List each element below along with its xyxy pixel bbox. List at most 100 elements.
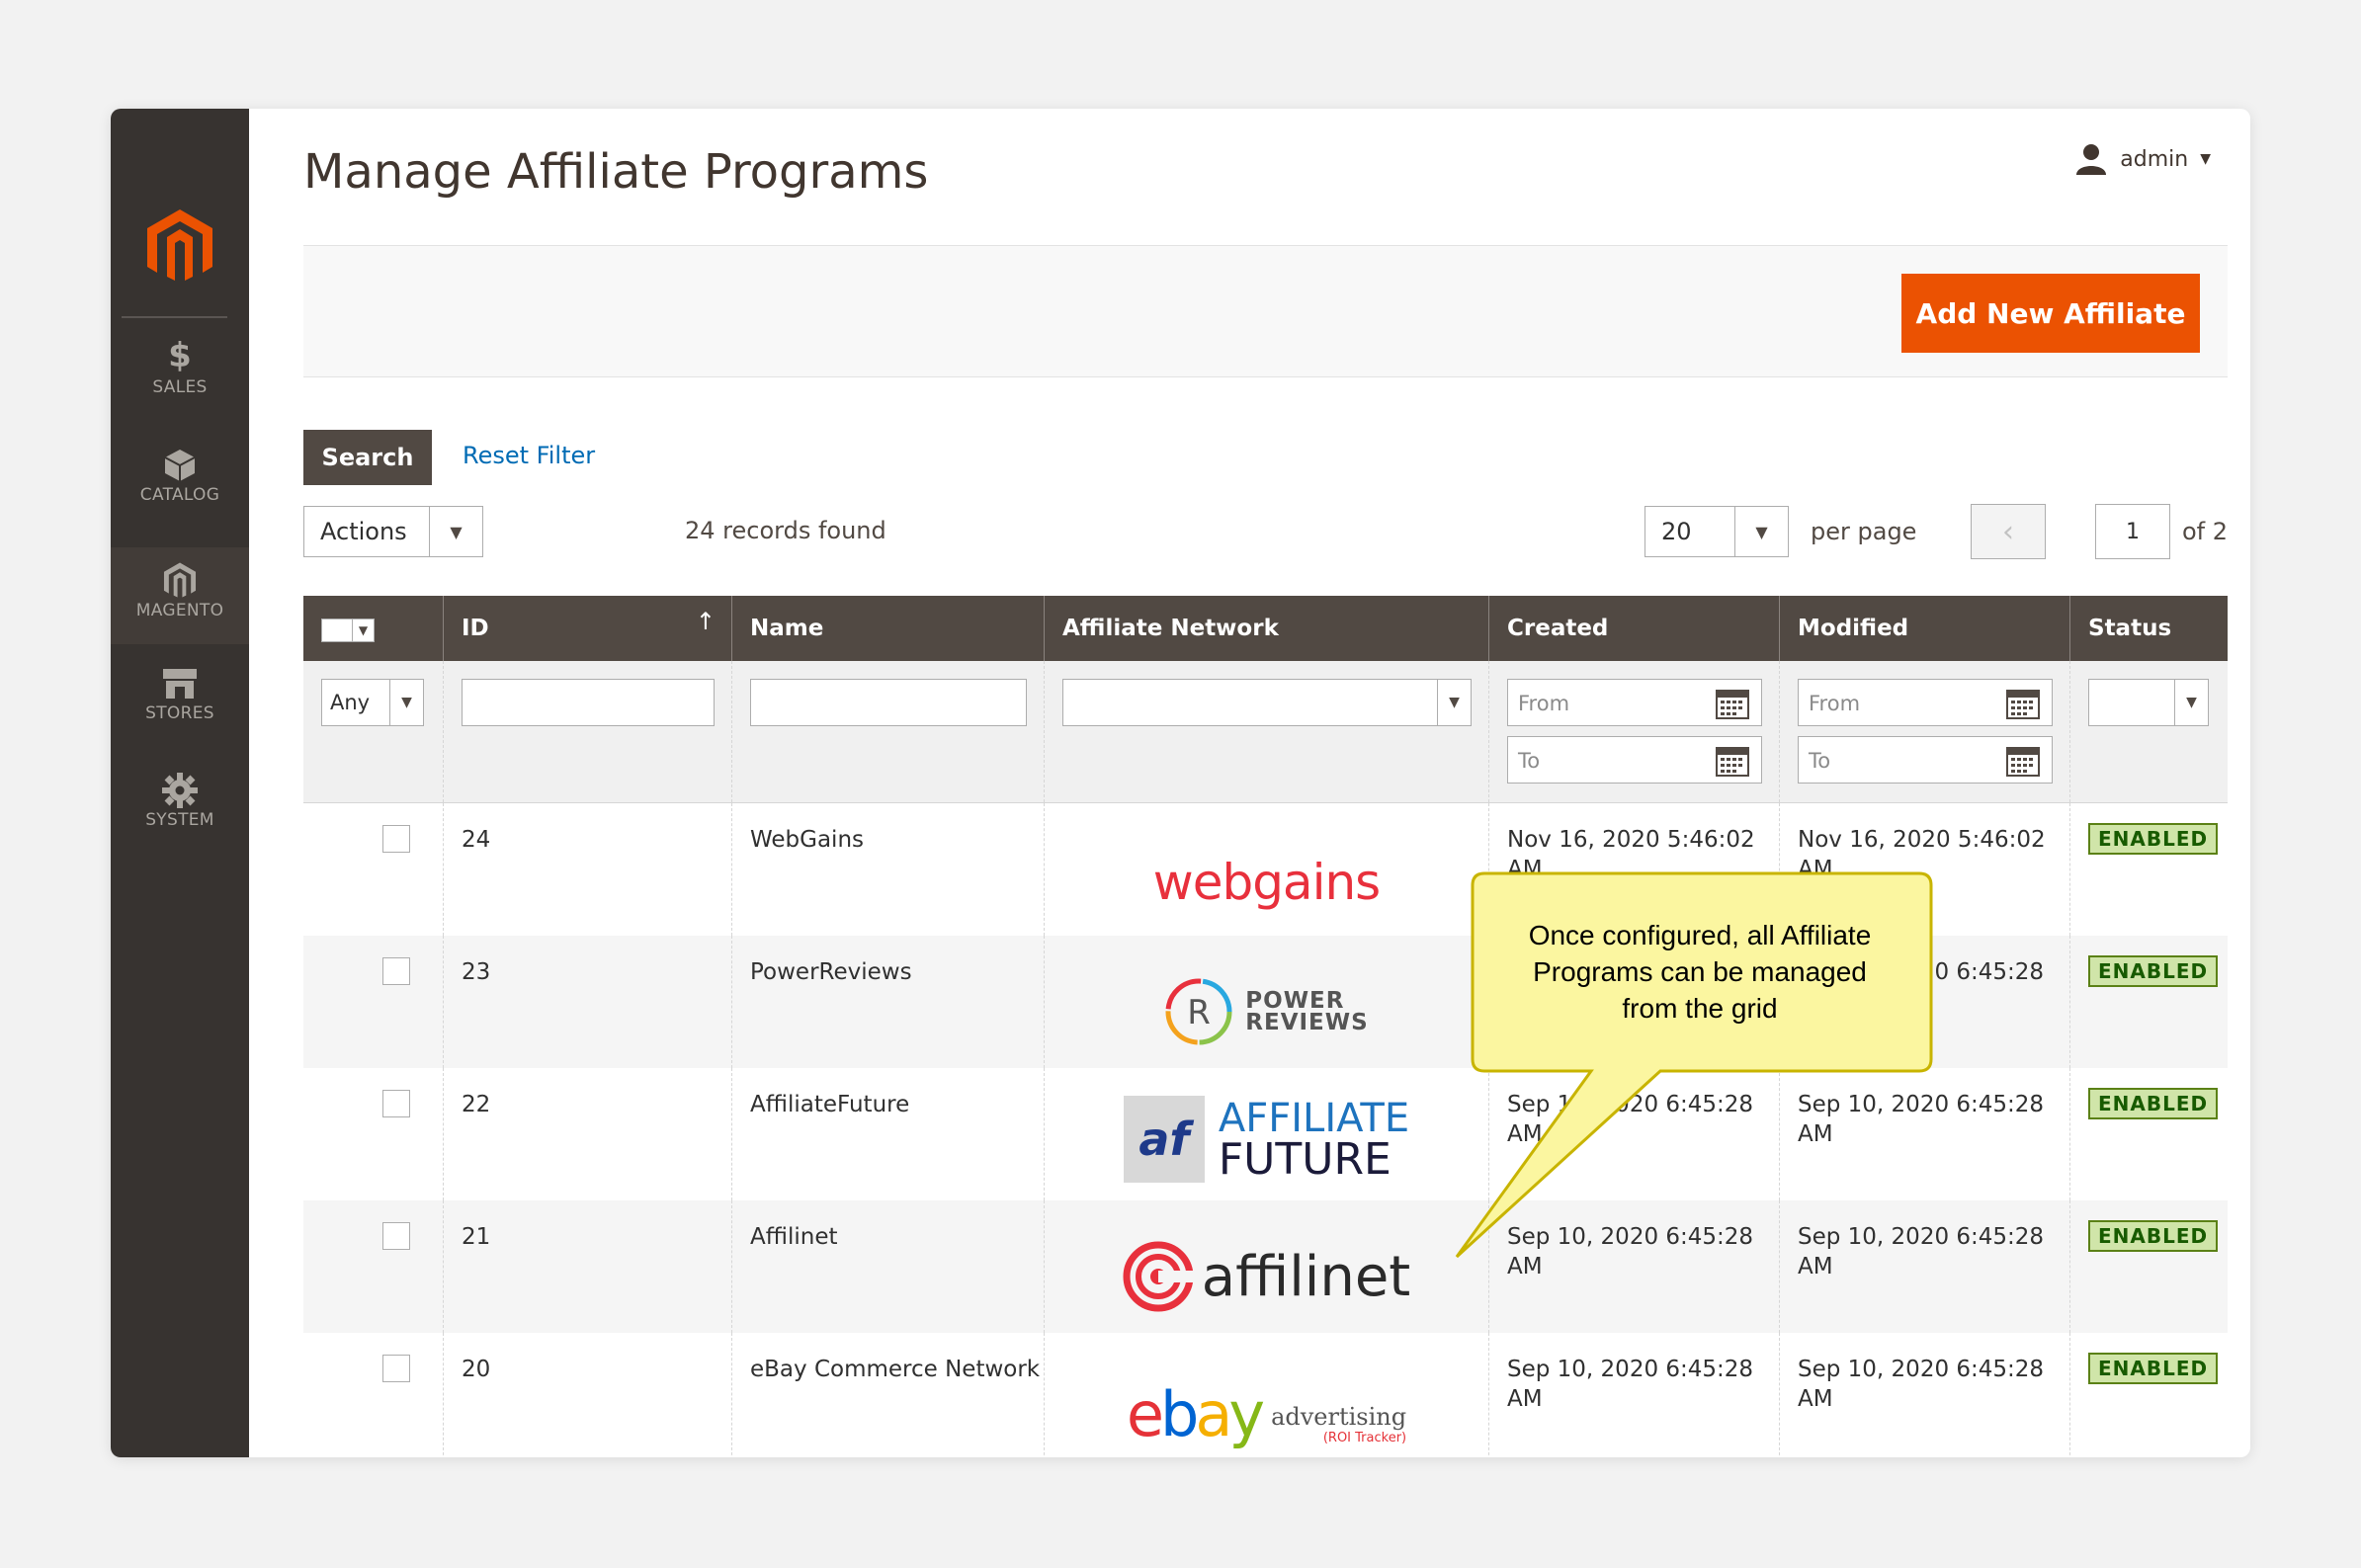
row-checkbox[interactable] (382, 1090, 410, 1117)
status-badge: ENABLED (2088, 1220, 2219, 1252)
dollar-icon: $ (168, 336, 192, 375)
webgains-logo: webgains (1152, 854, 1381, 911)
per-page-select[interactable]: 20 ▼ (1644, 506, 1789, 557)
chevron-down-icon: ▼ (2200, 151, 2211, 167)
chevron-down-icon: ▼ (2174, 680, 2208, 725)
user-icon (2076, 144, 2107, 175)
table-row[interactable]: 22 AffiliateFuture af AFFILIATE FUTURE S… (303, 1068, 2228, 1200)
page-total: of 2 (2182, 518, 2229, 545)
modified-to-input[interactable]: To (1798, 736, 2053, 784)
row-checkbox[interactable] (382, 1222, 410, 1250)
column-header-name[interactable]: Name (732, 596, 1045, 661)
row-modified: Sep 10, 2020 6:45:28 AM (1798, 1357, 2045, 1412)
status-badge: ENABLED (2088, 955, 2219, 987)
sidebar: $ SALES CATALOG MAGENTO STORES SYSTEM (111, 109, 249, 1457)
affiliate-grid: ▼ ID ↑ Name Affiliate Network Created Mod… (303, 596, 2228, 1457)
select-any-filter[interactable]: Any ▼ (321, 679, 424, 726)
network-filter-select[interactable]: ▼ (1062, 679, 1472, 726)
user-menu[interactable]: admin ▼ (2074, 143, 2211, 175)
mass-select-checkbox[interactable]: ▼ (321, 619, 375, 642)
sidebar-item-label: MAGENTO (135, 601, 224, 620)
name-filter-input[interactable] (750, 679, 1027, 726)
created-from-input[interactable]: From (1507, 679, 1762, 726)
row-modified: Nov 16, 2020 5:46:02 AM (1798, 827, 2046, 882)
row-id: 20 (462, 1357, 491, 1382)
cube-icon (111, 442, 249, 485)
row-name: Affilinet (750, 1224, 838, 1250)
page-actions-bar: Add New Affiliate (303, 245, 2228, 377)
calendar-icon[interactable] (1716, 688, 1749, 724)
svg-text:R: R (1187, 993, 1211, 1032)
chevron-down-icon: ▼ (389, 680, 423, 725)
main-content: Manage Affiliate Programs admin ▼ Add Ne… (249, 109, 2250, 1457)
id-filter-input[interactable] (462, 679, 715, 726)
column-header-id[interactable]: ID ↑ (444, 596, 732, 661)
status-badge: ENABLED (2088, 823, 2219, 855)
chevron-down-icon: ▼ (1437, 680, 1471, 725)
column-header-status[interactable]: Status (2070, 596, 2228, 661)
prev-page-button[interactable]: ‹ (1971, 504, 2046, 559)
chevron-down-icon: ▼ (1734, 507, 1788, 556)
table-row[interactable]: 23 PowerReviews R POWER REVIEWS Sep 10, … (303, 936, 2228, 1068)
records-count: 24 records found (685, 517, 886, 544)
magento-logo-icon[interactable] (145, 207, 214, 287)
table-row[interactable]: 24 WebGains webgains Nov 16, 2020 5:46:0… (303, 803, 2228, 936)
actions-label: Actions (320, 518, 407, 545)
calendar-icon[interactable] (1716, 745, 1749, 782)
sidebar-item-catalog[interactable]: CATALOG (111, 442, 249, 505)
row-name: AffiliateFuture (750, 1092, 910, 1117)
store-icon (111, 660, 249, 703)
status-filter-select[interactable]: ▼ (2088, 679, 2209, 726)
row-id: 23 (462, 959, 491, 985)
sidebar-item-magento[interactable]: MAGENTO (111, 547, 249, 644)
search-button[interactable]: Search (303, 430, 432, 485)
admin-window: $ SALES CATALOG MAGENTO STORES SYSTEM Ma… (111, 109, 2250, 1457)
column-header-network[interactable]: Affiliate Network (1045, 596, 1489, 661)
created-to-input[interactable]: To (1507, 736, 1762, 784)
column-header-created[interactable]: Created (1489, 596, 1780, 661)
add-new-affiliate-button[interactable]: Add New Affiliate (1901, 274, 2200, 353)
sidebar-item-system[interactable]: SYSTEM (111, 767, 249, 830)
callout-text: Once configured, all Affiliate Programs … (1528, 920, 1872, 1024)
row-created: Sep 10, 2020 6:45:28 AM (1507, 1224, 1754, 1279)
chevron-down-icon: ▼ (352, 619, 374, 641)
mass-select-header: ▼ (303, 596, 444, 661)
sidebar-item-label: STORES (145, 703, 214, 723)
ebay-wordmark: ebay (1126, 1378, 1265, 1450)
row-checkbox[interactable] (382, 957, 410, 985)
table-row[interactable]: 20 eBay Commerce Network ebay advertisin… (303, 1333, 2228, 1457)
row-created: Sep 10, 2020 6:45:28 AM (1507, 1357, 1754, 1412)
row-name: WebGains (750, 827, 865, 853)
sidebar-item-stores[interactable]: STORES (111, 660, 249, 723)
sidebar-item-label: SALES (152, 377, 208, 397)
column-header-modified[interactable]: Modified (1780, 596, 2070, 661)
mass-actions-select[interactable]: Actions ▼ (303, 506, 483, 557)
row-created: Sep 10, 2020 6:45:28 AM (1507, 1092, 1754, 1147)
page-number-input[interactable] (2095, 504, 2170, 559)
modified-from-input[interactable]: From (1798, 679, 2053, 726)
calendar-icon[interactable] (2006, 688, 2040, 724)
row-checkbox[interactable] (382, 825, 410, 853)
status-badge: ENABLED (2088, 1088, 2219, 1119)
sidebar-item-label: CATALOG (139, 485, 220, 505)
status-badge: ENABLED (2088, 1353, 2219, 1384)
row-id: 21 (462, 1224, 491, 1250)
row-name: PowerReviews (750, 959, 912, 985)
page-title: Manage Affiliate Programs (303, 144, 929, 200)
sort-arrow-icon: ↑ (695, 608, 716, 635)
affiliatefuture-logo: af AFFILIATE FUTURE (1045, 1078, 1488, 1200)
calendar-icon[interactable] (2006, 745, 2040, 782)
powerreviews-logo: R POWER REVIEWS (1045, 955, 1488, 1068)
row-checkbox[interactable] (382, 1355, 410, 1382)
table-row[interactable]: 21 Affilinet affilinet Sep 10, 2020 6:45… (303, 1200, 2228, 1333)
row-id: 22 (462, 1092, 491, 1117)
grid-filter-row: Any ▼ ▼ From To From To ▼ (303, 661, 2228, 803)
row-created: Nov 16, 2020 5:46:02 AM (1507, 827, 1755, 882)
sidebar-item-sales[interactable]: $ SALES (111, 334, 249, 397)
affilinet-logo: affilinet (1045, 1220, 1488, 1333)
user-name: admin (2120, 146, 2189, 172)
ebay-advertising-logo: ebay advertising (ROI Tracker) (1126, 1378, 1407, 1450)
reset-filter-link[interactable]: Reset Filter (463, 442, 595, 469)
gear-icon (111, 767, 249, 810)
chevron-down-icon: ▼ (429, 507, 482, 556)
